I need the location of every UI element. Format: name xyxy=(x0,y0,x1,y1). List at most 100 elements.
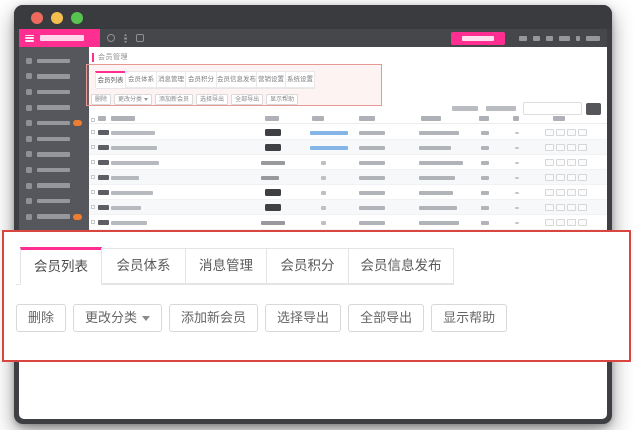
nav-icon xyxy=(26,89,32,95)
topbar-link-redacted[interactable] xyxy=(546,36,553,41)
desktop-background: 会员管理 会员列表 会员体系 消息管理 会员积分 会员信息发布 营销设置 系统设… xyxy=(0,0,635,430)
topbar-link-redacted[interactable] xyxy=(586,36,600,41)
table-row[interactable] xyxy=(89,140,607,155)
row-actions[interactable] xyxy=(545,204,587,211)
nav-icon xyxy=(26,214,32,220)
column-header-redacted xyxy=(98,116,106,121)
topbar-strip xyxy=(100,29,607,47)
row-checkbox[interactable] xyxy=(91,220,95,224)
add-member-button[interactable]: 添加新会员 xyxy=(169,304,258,332)
sidebar-item[interactable] xyxy=(19,147,89,163)
row-actions[interactable] xyxy=(545,159,587,166)
export-selected-button[interactable]: 选择导出 xyxy=(196,94,228,105)
email-link-redacted[interactable] xyxy=(310,146,348,151)
tab-system-settings[interactable]: 系统设置 xyxy=(285,71,315,88)
tab-message-mgmt[interactable]: 消息管理 xyxy=(156,71,186,88)
minimize-window-button[interactable] xyxy=(51,12,63,24)
sidebar-item[interactable] xyxy=(19,69,89,85)
change-category-button[interactable]: 更改分类 xyxy=(114,94,152,105)
tab-member-points[interactable]: 会员积分 xyxy=(185,71,217,88)
more-vertical-icon[interactable] xyxy=(124,34,127,43)
tab-marketing-settings[interactable]: 营销设置 xyxy=(256,71,286,88)
table-row[interactable] xyxy=(89,170,607,185)
select-all-checkbox[interactable] xyxy=(91,118,95,122)
topbar-link-redacted[interactable] xyxy=(576,36,580,41)
row-actions[interactable] xyxy=(545,129,587,136)
table-row[interactable] xyxy=(89,185,607,200)
nav-icon xyxy=(26,151,32,157)
tab-member-system[interactable]: 会员体系 xyxy=(125,71,157,88)
tab-member-list[interactable]: 会员列表 xyxy=(20,247,102,285)
column-header-redacted xyxy=(312,116,324,121)
show-help-button[interactable]: 显示帮助 xyxy=(266,94,298,105)
sidebar-item[interactable] xyxy=(19,209,89,225)
email-link-redacted[interactable] xyxy=(310,131,348,136)
window-titlebar xyxy=(14,5,612,29)
table-row[interactable] xyxy=(89,215,607,230)
topbar-link-redacted[interactable] xyxy=(533,36,540,41)
row-checkbox[interactable] xyxy=(91,205,95,209)
nav-icon xyxy=(26,58,32,64)
export-all-button[interactable]: 全部导出 xyxy=(348,304,424,332)
row-actions[interactable] xyxy=(545,189,587,196)
tab-member-system[interactable]: 会员体系 xyxy=(101,248,186,284)
topbar-link-redacted[interactable] xyxy=(519,36,527,41)
show-help-button[interactable]: 显示帮助 xyxy=(431,304,507,332)
sidebar-item[interactable] xyxy=(19,193,89,209)
upgrade-button[interactable] xyxy=(451,32,505,45)
delete-button[interactable]: 删除 xyxy=(91,94,111,105)
sidebar-item-members[interactable] xyxy=(19,115,89,131)
member-table xyxy=(89,125,607,230)
member-toolbar: 删除 更改分类 添加新会员 选择导出 全部导出 显示帮助 xyxy=(16,304,629,332)
column-header-redacted xyxy=(513,116,519,121)
close-window-button[interactable] xyxy=(31,12,43,24)
row-actions[interactable] xyxy=(545,219,587,226)
tab-member-info-publish[interactable]: 会员信息发布 xyxy=(348,248,454,284)
table-row[interactable] xyxy=(89,155,607,170)
row-checkbox[interactable] xyxy=(91,190,95,194)
app-topbar xyxy=(19,29,607,47)
export-selected-button[interactable]: 选择导出 xyxy=(265,304,341,332)
table-row[interactable] xyxy=(89,200,607,215)
row-actions[interactable] xyxy=(545,144,587,151)
sidebar-item[interactable] xyxy=(19,100,89,116)
tab-message-mgmt[interactable]: 消息管理 xyxy=(185,248,267,284)
table-header xyxy=(89,113,607,124)
tab-member-points[interactable]: 会员积分 xyxy=(266,248,349,284)
export-all-button[interactable]: 全部导出 xyxy=(231,94,263,105)
row-checkbox[interactable] xyxy=(91,130,95,134)
nav-icon xyxy=(26,167,32,173)
nav-icon xyxy=(26,120,32,126)
column-header-redacted xyxy=(359,116,375,121)
app-logo[interactable] xyxy=(19,29,100,47)
menu-icon[interactable] xyxy=(25,35,34,42)
tools-icon[interactable] xyxy=(136,34,144,42)
add-member-button[interactable]: 添加新会员 xyxy=(155,94,193,105)
tab-member-info-publish[interactable]: 会员信息发布 xyxy=(216,71,257,88)
member-tabs-small: 会员列表 会员体系 消息管理 会员积分 会员信息发布 营销设置 系统设置 xyxy=(96,71,315,89)
sidebar-item[interactable] xyxy=(19,162,89,178)
change-category-button[interactable]: 更改分类 xyxy=(73,304,162,332)
row-checkbox[interactable] xyxy=(91,145,95,149)
chevron-down-icon xyxy=(142,316,150,321)
topbar-right-cluster xyxy=(451,32,600,45)
refresh-icon[interactable] xyxy=(107,34,115,42)
row-checkbox[interactable] xyxy=(91,160,95,164)
column-header-redacted xyxy=(479,116,489,121)
topbar-link-redacted[interactable] xyxy=(559,36,570,41)
row-checkbox[interactable] xyxy=(91,175,95,179)
row-actions[interactable] xyxy=(545,174,587,181)
sidebar-item[interactable] xyxy=(19,178,89,194)
table-row[interactable] xyxy=(89,125,607,140)
nav-icon xyxy=(26,136,32,142)
delete-button[interactable]: 删除 xyxy=(16,304,66,332)
zoom-window-button[interactable] xyxy=(71,12,83,24)
sidebar-nav xyxy=(19,47,89,230)
tab-member-list[interactable]: 会员列表 xyxy=(95,71,126,88)
sidebar-item[interactable] xyxy=(19,53,89,69)
member-tabs: 会员列表 会员体系 消息管理 会员积分 会员信息发布 xyxy=(16,248,454,285)
sidebar-item[interactable] xyxy=(19,131,89,147)
title-accent-bar xyxy=(92,53,94,62)
nav-icon xyxy=(26,198,32,204)
sidebar-item[interactable] xyxy=(19,84,89,100)
